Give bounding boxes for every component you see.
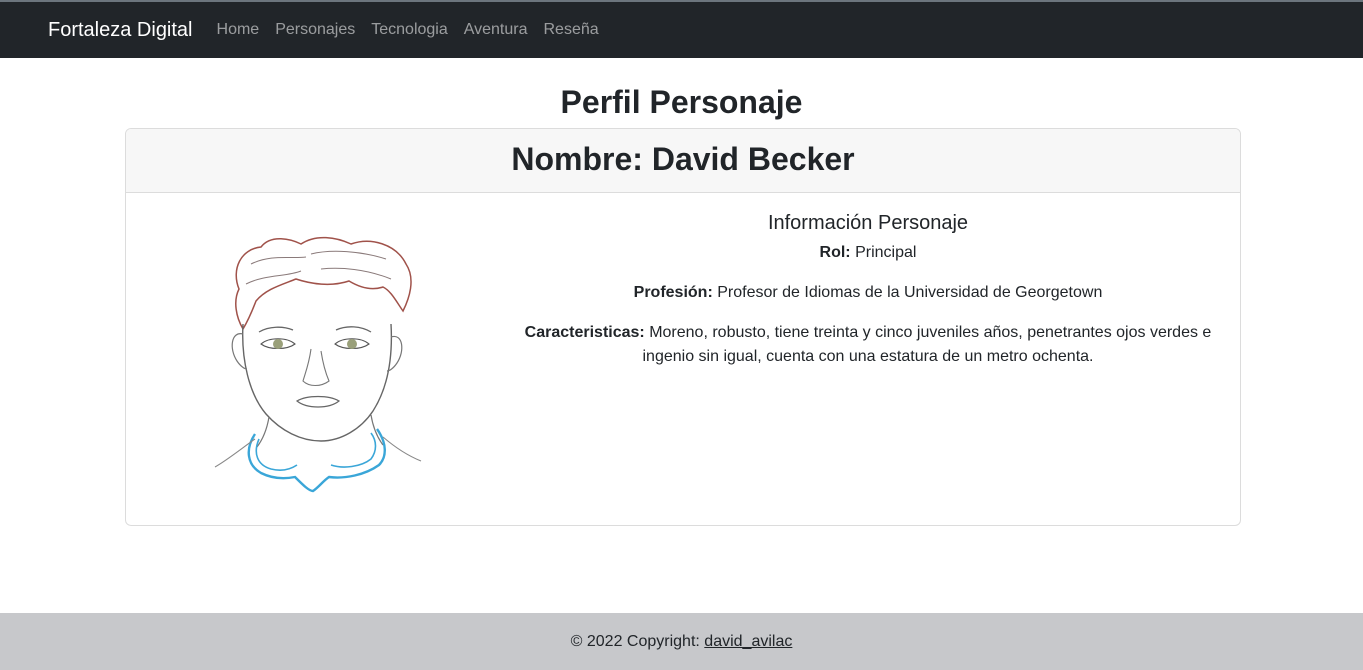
footer: © 2022 Copyright: david_avilac: [0, 613, 1363, 670]
rol-label: Rol:: [819, 244, 851, 261]
nav-links: Home Personajes Tecnologia Aventura Rese…: [209, 21, 607, 39]
character-info: Información Personaje Rol: Principal Pro…: [516, 209, 1220, 385]
profesion-value: Profesor de Idiomas de la Universidad de…: [717, 284, 1103, 301]
nav-link-aventura[interactable]: Aventura: [456, 21, 536, 39]
rol-value: Principal: [855, 244, 917, 261]
nav-link-home[interactable]: Home: [209, 21, 268, 39]
nav-link-tecnologia[interactable]: Tecnologia: [363, 21, 456, 39]
profesion-row: Profesión: Profesor de Idiomas de la Uni…: [516, 281, 1220, 305]
author-link[interactable]: david_avilac: [704, 633, 792, 650]
rol-row: Rol: Principal: [516, 241, 1220, 265]
character-card: Nombre: David Becker Información Persona…: [125, 128, 1241, 526]
nav-link-resena[interactable]: Reseña: [536, 21, 607, 39]
nav-link-personajes[interactable]: Personajes: [267, 21, 363, 39]
page-title: Perfil Personaje: [560, 84, 803, 120]
navbar: Fortaleza Digital Home Personajes Tecnol…: [0, 2, 1363, 58]
caracteristicas-row: Caracteristicas: Moreno, robusto, tiene …: [516, 321, 1220, 369]
info-title: Información Personaje: [767, 212, 969, 234]
character-name-header: Nombre: David Becker: [126, 129, 1240, 193]
caracteristicas-value: Moreno, robusto, tiene treinta y cinco j…: [642, 324, 1212, 365]
navbar-brand[interactable]: Fortaleza Digital: [48, 19, 193, 42]
copyright-text: © 2022 Copyright:: [570, 633, 700, 650]
character-portrait: [211, 229, 441, 499]
profesion-label: Profesión:: [633, 284, 713, 301]
caracteristicas-label: Caracteristicas:: [524, 324, 645, 341]
